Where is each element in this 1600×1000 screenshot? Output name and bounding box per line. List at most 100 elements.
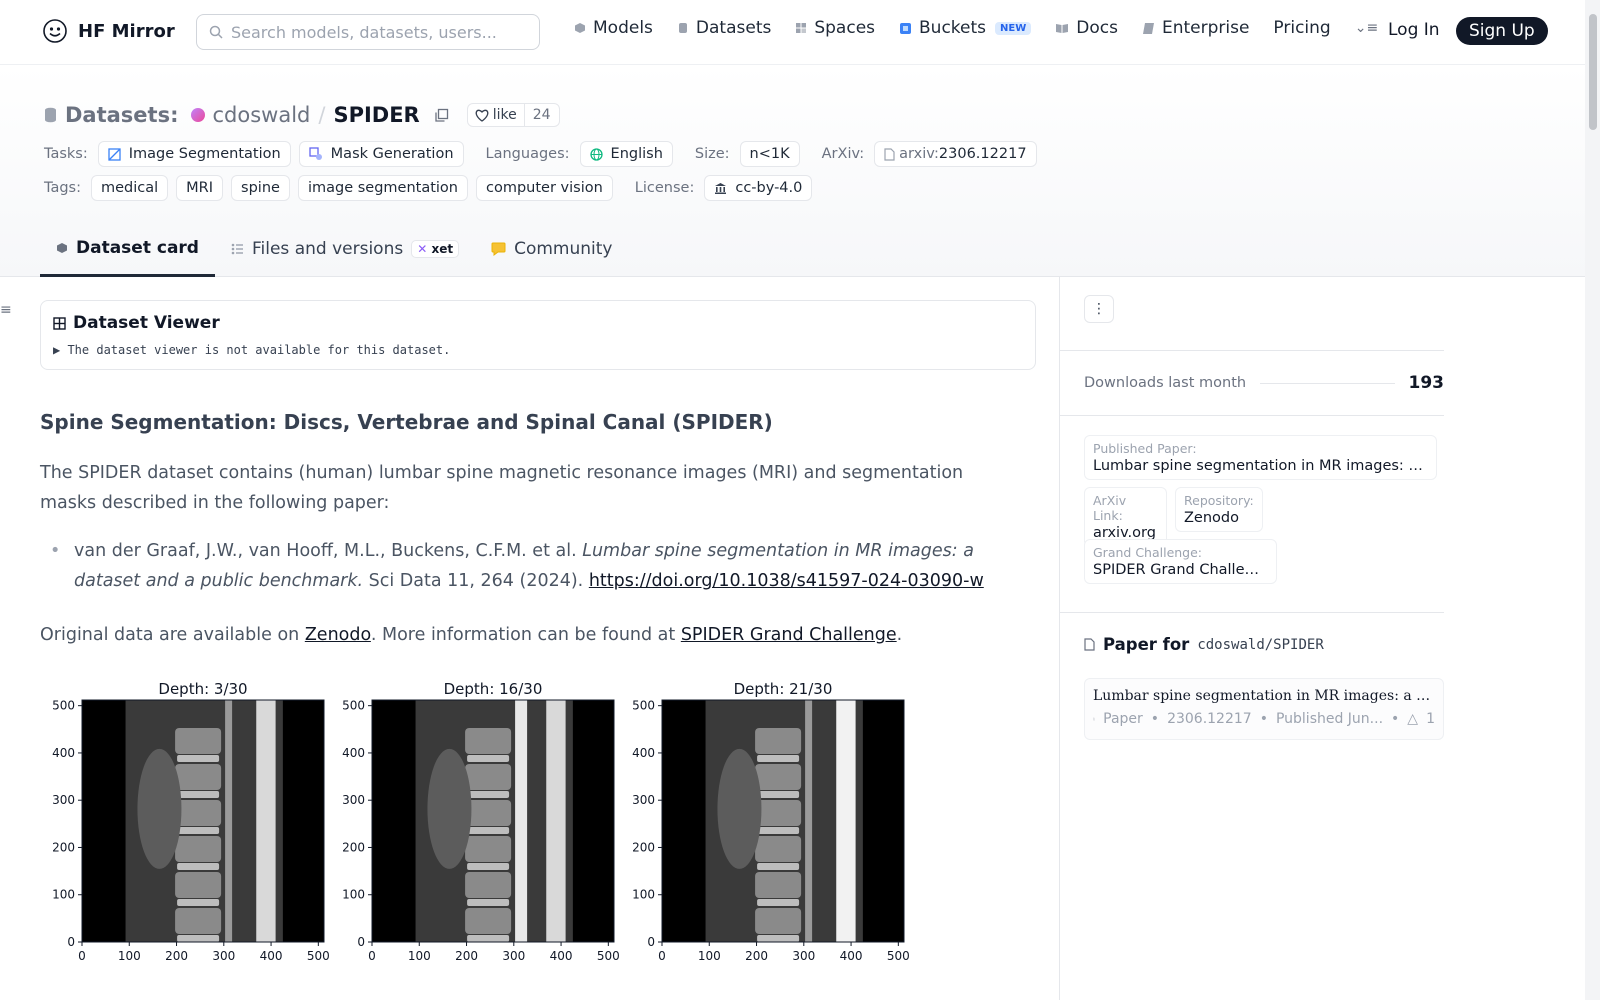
paper-meta: Paper • 2306.12217 • Published Jun... • … xyxy=(1093,711,1435,727)
search-box[interactable] xyxy=(196,14,540,50)
like-button[interactable]: like 24 xyxy=(466,103,560,127)
nav-docs-label: Docs xyxy=(1076,18,1118,38)
y-tick-label: 500 xyxy=(52,699,75,713)
arxiv-link-card[interactable]: ArXiv Link: arxiv.org xyxy=(1084,487,1167,547)
community-icon xyxy=(491,242,506,256)
y-tick-label: 100 xyxy=(632,888,655,902)
license-chip[interactable]: cc-by-4.0 xyxy=(704,175,813,201)
x-tick-label: 500 xyxy=(597,949,620,963)
mri-panel: Depth: 21/30 00 100 100 200 200 300 300 400 400 50… xyxy=(632,680,910,963)
nav-spaces[interactable]: Spaces xyxy=(795,18,875,38)
task-image-segmentation[interactable]: Image Segmentation xyxy=(97,141,291,167)
globe-icon xyxy=(589,147,603,161)
mri-disc xyxy=(757,899,800,906)
document-icon xyxy=(884,147,895,161)
meta-row-tags: Tags: medical MRI spine image segmentati… xyxy=(44,175,813,201)
doi-link[interactable]: https://doi.org/10.1038/s41597-024-03090… xyxy=(589,571,984,591)
panel-title: Depth: 21/30 xyxy=(734,680,833,698)
tab-dataset-card[interactable]: Dataset card xyxy=(40,221,215,277)
copy-icon[interactable] xyxy=(434,108,449,123)
tag-chip[interactable]: spine xyxy=(231,175,290,201)
repo-separator: / xyxy=(318,103,326,127)
downloads-row: Downloads last month 193 xyxy=(1084,373,1444,393)
nav-docs[interactable]: Docs xyxy=(1055,18,1118,38)
arxiv-chip[interactable]: arxiv: 2306.12217 xyxy=(874,141,1037,167)
owner-avatar[interactable] xyxy=(190,108,205,122)
more-options-button[interactable]: ⋮ xyxy=(1084,295,1114,323)
top-navbar: HF Mirror Models Datasets Spaces Buckets… xyxy=(0,0,1585,65)
y-tick-label: 500 xyxy=(342,699,365,713)
y-tick-label: 200 xyxy=(52,840,75,854)
mri-vertebra xyxy=(465,908,512,934)
mri-spinal-canal xyxy=(225,700,233,942)
tab-community[interactable]: Community xyxy=(475,221,628,277)
page-scrollbar[interactable] xyxy=(1585,0,1600,1000)
mri-soft-tissue xyxy=(137,748,182,869)
scrollbar-thumb[interactable] xyxy=(1589,14,1597,130)
repo-header: Datasets: cdoswald / SPIDER like 24 Task… xyxy=(0,65,1585,277)
mri-depth-figures: Depth: 3/3000100100200200300300400400500… xyxy=(52,680,910,963)
mri-panel: Depth: 3/30 00 100 100 200 200 300 300 400 400 500… xyxy=(52,680,330,963)
reference-item: van der Graaf, J.W., van Hooff, M.L., Bu… xyxy=(50,536,1000,596)
published-paper-card[interactable]: Published Paper: Lumbar spine segmentati… xyxy=(1084,435,1437,480)
like-label: like xyxy=(492,107,517,123)
x-tick-label: 100 xyxy=(698,949,721,963)
language-english[interactable]: English xyxy=(579,141,673,167)
brand-logo[interactable]: HF Mirror xyxy=(42,18,175,44)
dataset-viewer: Dataset Viewer ▶ The dataset viewer is n… xyxy=(40,300,1036,370)
nav-datasets[interactable]: Datasets xyxy=(677,18,771,38)
x-tick-label: 400 xyxy=(260,949,283,963)
nav-buckets[interactable]: Buckets NEW xyxy=(899,18,1032,38)
more-menu-icon[interactable]: ⌄≡ xyxy=(1355,20,1378,36)
viewer-details-toggle[interactable]: ▶ The dataset viewer is not available fo… xyxy=(53,343,1023,357)
zenodo-link[interactable]: Zenodo xyxy=(305,625,371,645)
dataset-card: Dataset Viewer ▶ The dataset viewer is n… xyxy=(40,300,1036,963)
mri-vertebra xyxy=(755,728,802,754)
hf-logo-icon xyxy=(43,19,67,43)
toc-toggle-icon[interactable]: ≡ xyxy=(0,302,12,318)
right-sidebar: ⋮ Downloads last month 193 Published Pap… xyxy=(1059,277,1586,1000)
nav-enterprise[interactable]: Enterprise xyxy=(1142,18,1249,38)
repo-name[interactable]: SPIDER xyxy=(333,103,419,127)
size-chip[interactable]: n<1K xyxy=(739,141,800,167)
mri-disc xyxy=(177,827,220,834)
tag-chip[interactable]: image segmentation xyxy=(297,175,468,201)
nav-datasets-label: Datasets xyxy=(695,18,772,38)
mri-disc xyxy=(757,935,800,942)
mri-disc xyxy=(467,791,510,798)
grand-challenge-link[interactable]: SPIDER Grand Challenge xyxy=(681,625,897,645)
nav-pricing[interactable]: Pricing xyxy=(1273,18,1330,38)
owner-link[interactable]: cdoswald xyxy=(213,103,311,127)
mri-vertebra xyxy=(175,764,222,790)
mri-disc xyxy=(467,755,510,762)
grand-challenge-card[interactable]: Grand Challenge: SPIDER Grand Challenge xyxy=(1084,539,1277,584)
y-tick-label: 400 xyxy=(52,746,75,760)
size-label: Size: xyxy=(694,146,730,162)
mri-disc xyxy=(757,791,800,798)
x-tick-label: 400 xyxy=(550,949,573,963)
table-icon xyxy=(53,316,66,330)
task-mask-generation[interactable]: Mask Generation xyxy=(298,141,464,167)
tab-files-and-versions[interactable]: Files and versions ✕ xet xyxy=(215,221,475,277)
y-tick-label: 300 xyxy=(632,793,655,807)
y-tick-label: 0 xyxy=(67,935,75,949)
x-tick-label: 100 xyxy=(408,949,431,963)
y-tick-label: 200 xyxy=(632,840,655,854)
availability-paragraph: Original data are available on Zenodo. M… xyxy=(40,625,903,645)
viewer-title: Dataset Viewer xyxy=(73,313,220,333)
login-link[interactable]: Log In xyxy=(1388,20,1440,40)
repository-card[interactable]: Repository: Zenodo xyxy=(1175,487,1263,532)
tag-chip[interactable]: computer vision xyxy=(476,175,613,201)
nav-models[interactable]: Models xyxy=(574,18,653,38)
search-icon xyxy=(209,25,223,39)
mri-vertebra xyxy=(175,908,222,934)
signup-button[interactable]: Sign Up xyxy=(1456,17,1548,45)
y-tick-label: 300 xyxy=(52,793,75,807)
mri-vertebra xyxy=(755,800,802,826)
paper-card[interactable]: Lumbar spine segmentation in MR images: … xyxy=(1084,678,1444,740)
mri-disc xyxy=(467,827,510,834)
search-input[interactable] xyxy=(231,22,521,42)
tag-chip[interactable]: MRI xyxy=(176,175,224,201)
bank-icon xyxy=(715,182,727,194)
tag-chip[interactable]: medical xyxy=(91,175,169,201)
